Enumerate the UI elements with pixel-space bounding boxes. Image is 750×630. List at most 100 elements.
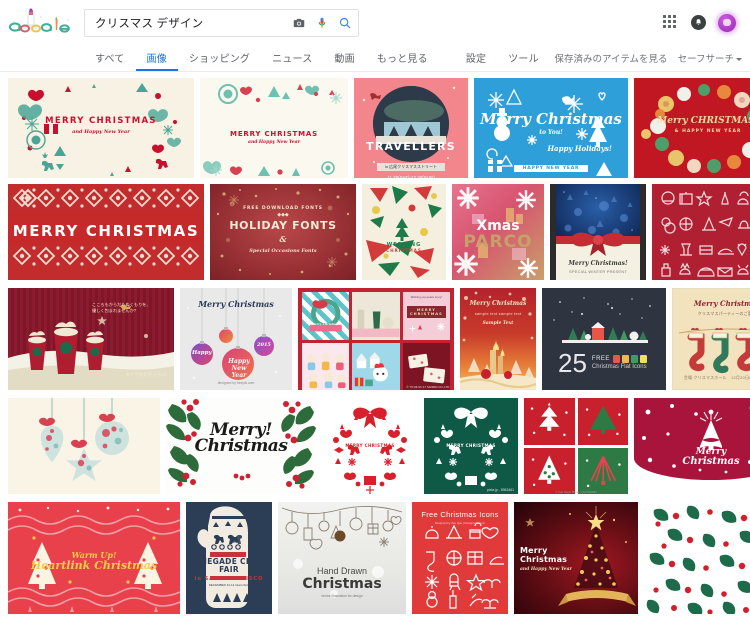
tree-2 (585, 405, 621, 437)
results-row: Merry! Christmas MERRY CHRISTMAS MERRY C… (0, 398, 750, 498)
settings-button[interactable]: 設定 (455, 55, 497, 71)
search-box[interactable] (84, 8, 359, 37)
panel-1-label: Merry Christmas (311, 322, 340, 326)
account-avatar[interactable] (718, 13, 736, 32)
results-row: MERRY CHRISTMAS and Happy New Year MERRY… (0, 72, 750, 180)
result-item-christmas-stockings-card[interactable]: Merry Christmas クリスマスパーティーのご案内 会場:クリスマスホ… (672, 288, 750, 390)
result-item-nordic-knit-merry-christmas[interactable]: MERRY CHRISTMAS (8, 184, 204, 280)
ornaments-artwork (39, 398, 129, 481)
tab-more[interactable]: もっと見る (366, 55, 439, 71)
tools-button[interactable]: ツール (497, 55, 550, 71)
knit-pattern-artwork (8, 184, 204, 280)
result-item-four-christmas-trees-grid[interactable]: © Can Stock Photo - csp7610983 (524, 398, 628, 494)
result-item-merry-christmas-wreath-card[interactable]: MERRY CHRISTMAS and Happy New Year (8, 78, 194, 178)
result-item-sanrio-christmas-card-set[interactable]: Merry Christmas Wishing you peace & joy! (298, 288, 454, 390)
green-wreath-icons (434, 407, 508, 487)
result-item-geometric-wedding-christmas-poster[interactable]: WEDDING CHRISTMAS (362, 184, 446, 280)
result-item-xmas-parco-poster[interactable]: Xmas PARCO (452, 184, 544, 280)
result-item-renegade-craft-fair-mitten-poster[interactable]: the second annual RENEGADE CRAFT FAIR in… (186, 502, 272, 614)
result-item-hanging-ornaments-card[interactable] (8, 398, 160, 494)
card-panel-5 (352, 342, 400, 390)
result-subtitle: FREE (591, 355, 610, 362)
tab-shopping[interactable]: ショッピング (178, 55, 261, 71)
card-grid: Merry Christmas Wishing you peace & joy! (302, 292, 450, 390)
result-item-blue-gift-red-ribbon-card[interactable]: Merry Christmas! SPECIAL WINTER PRESENT (550, 184, 646, 280)
microphone-icon[interactable] (315, 16, 329, 30)
result-item-red-icon-wreath-card[interactable]: Merry CHRISTMAS! & HAPPY NEW YEAR (634, 78, 750, 178)
tab-news[interactable]: ニュース (261, 55, 323, 71)
result-item-crimson-merry-christmas-card[interactable]: Merry Christmas (634, 398, 750, 494)
holly-pattern-artwork (646, 505, 750, 614)
tab-images[interactable]: 画像 (135, 55, 178, 71)
nav-right-actions: 保存済みのアイテムを見る セーフサーチ (555, 51, 742, 71)
tree-4 (585, 456, 621, 488)
card-panel-2 (352, 292, 400, 340)
results-row: こころもからだもぬくもりを、 優しく包まれませんか? → おくりものをえらぶ M… (0, 288, 750, 394)
result-item-red-wreath-merry-christmas[interactable]: MERRY CHRISTMAS (322, 398, 418, 494)
card-panel-4 (302, 342, 350, 390)
result-item-holly-merry-christmas-calligraphy[interactable]: Merry! Christmas (166, 398, 316, 494)
result-item-holiday-fonts-vintage-card[interactable]: FREE DOWNLOAD FONTS ◆◆◆ HOLIDAY FONTS & … (210, 184, 356, 280)
crimson-panel: Merry Christmas (634, 398, 750, 480)
tree-grid (524, 398, 628, 494)
search-submit-icon[interactable] (338, 16, 352, 30)
red-wreath-icons (333, 407, 407, 494)
result-item-blue-merry-christmas-snowman-card[interactable]: Merry Christmas to You! HAPPY NEW YEAR H… (474, 78, 628, 178)
bow-artwork (571, 232, 625, 256)
tab-all[interactable]: すべて (84, 55, 136, 71)
geometric-artwork (366, 186, 442, 278)
result-item-candle-merry-christmas-card[interactable]: Merry Christmas sample text sample text … (460, 288, 536, 390)
result-item-green-wreath-merry-christmas[interactable]: MERRY CHRISTMAS pixta.jp - 5963461 (424, 398, 518, 494)
result-subtitle: Happy New Year (228, 358, 250, 379)
free-icons-artwork (425, 522, 504, 609)
image-results-grid: MERRY CHRISTMAS and Happy New Year MERRY… (0, 72, 750, 618)
apps-grid-icon[interactable] (663, 14, 679, 31)
stockings-artwork (678, 327, 750, 374)
blue-card-artwork (486, 88, 612, 176)
snow-sparkle-artwork (216, 188, 350, 275)
result-item-hand-drawn-christmas-card[interactable]: Hand Drawn Christmas vector illustration… (278, 502, 406, 614)
result-item-heartlink-christmas-banner[interactable]: Warm Up! Heartlink Christmas (8, 502, 180, 614)
travellers-artwork (362, 86, 456, 163)
mini-icon-row (612, 354, 647, 363)
result-item-merry-christmas-border-card[interactable]: MERRY CHRISTMAS and Happy New Year (200, 78, 348, 178)
header-actions (663, 13, 740, 32)
wreath-artwork (18, 83, 181, 176)
tree-panel-2 (577, 398, 628, 446)
safesearch-dropdown[interactable]: セーフサーチ (678, 51, 742, 65)
result-item-red-christmas-icon-sheet[interactable] (652, 184, 750, 280)
icon-sheet-artwork (660, 190, 750, 277)
candle-artwork (460, 291, 536, 390)
glowing-tree-artwork (525, 506, 636, 606)
tree-3 (531, 455, 567, 487)
crimson-artwork (642, 404, 750, 474)
search-input[interactable] (95, 9, 286, 36)
results-row: MERRY CHRISTMAS FREE DOWNLOAD FONTS ◆◆◆ … (0, 184, 750, 284)
search-nav-bar: すべて 画像 ショッピング ニュース 動画 もっと見る 設定 ツール 保存済みの… (0, 45, 750, 72)
result-item-merry-christmas-baubles-card[interactable]: Merry Christmas Happy Happy New Year 201… (180, 288, 292, 390)
result-item-travellers-christmas-street-poster[interactable]: TRAVELLERS in 広尾クリスマスストリート 11.29(SAT)-12… (354, 78, 468, 178)
characters-mini (306, 352, 347, 388)
notification-bell-icon[interactable] (691, 15, 706, 30)
chevron-down-icon (736, 57, 742, 61)
camera-icon[interactable] (292, 16, 306, 30)
google-doodle-logo[interactable] (8, 8, 74, 38)
tree-panel-3 (524, 448, 575, 494)
result-item-glowing-christmas-tree-card[interactable]: Merry Christmas and Happy New Year (514, 502, 638, 614)
saved-items-link[interactable]: 保存済みのアイテムを見る (555, 51, 668, 65)
tree-1 (530, 402, 568, 437)
result-item-holly-berry-pattern[interactable] (644, 502, 750, 614)
result-item-25-free-christmas-flat-icons[interactable]: 25 FREE Christmas Flat Icons (542, 288, 666, 390)
kitty-mini (355, 351, 389, 386)
result-item-holiday-coffee-cups-ad[interactable]: こころもからだもぬくもりを、 優しく包まれませんか? → おくりものをえらぶ (8, 288, 174, 390)
still-life-mini (352, 309, 400, 338)
border-artwork (203, 84, 342, 176)
flat-icons-caption: 25 FREE Christmas Flat Icons (558, 350, 647, 376)
doodle-svg (8, 8, 70, 33)
mitten-artwork (197, 506, 251, 608)
page-header (0, 0, 750, 45)
tab-videos[interactable]: 動画 (323, 55, 365, 71)
bell-glyph (696, 19, 701, 26)
result-item-free-christmas-icons-sheet[interactable]: Free Christmas Icons Designed by Zee Que… (412, 502, 508, 614)
result-credit: pixta.jp - 5963461 (487, 488, 514, 492)
